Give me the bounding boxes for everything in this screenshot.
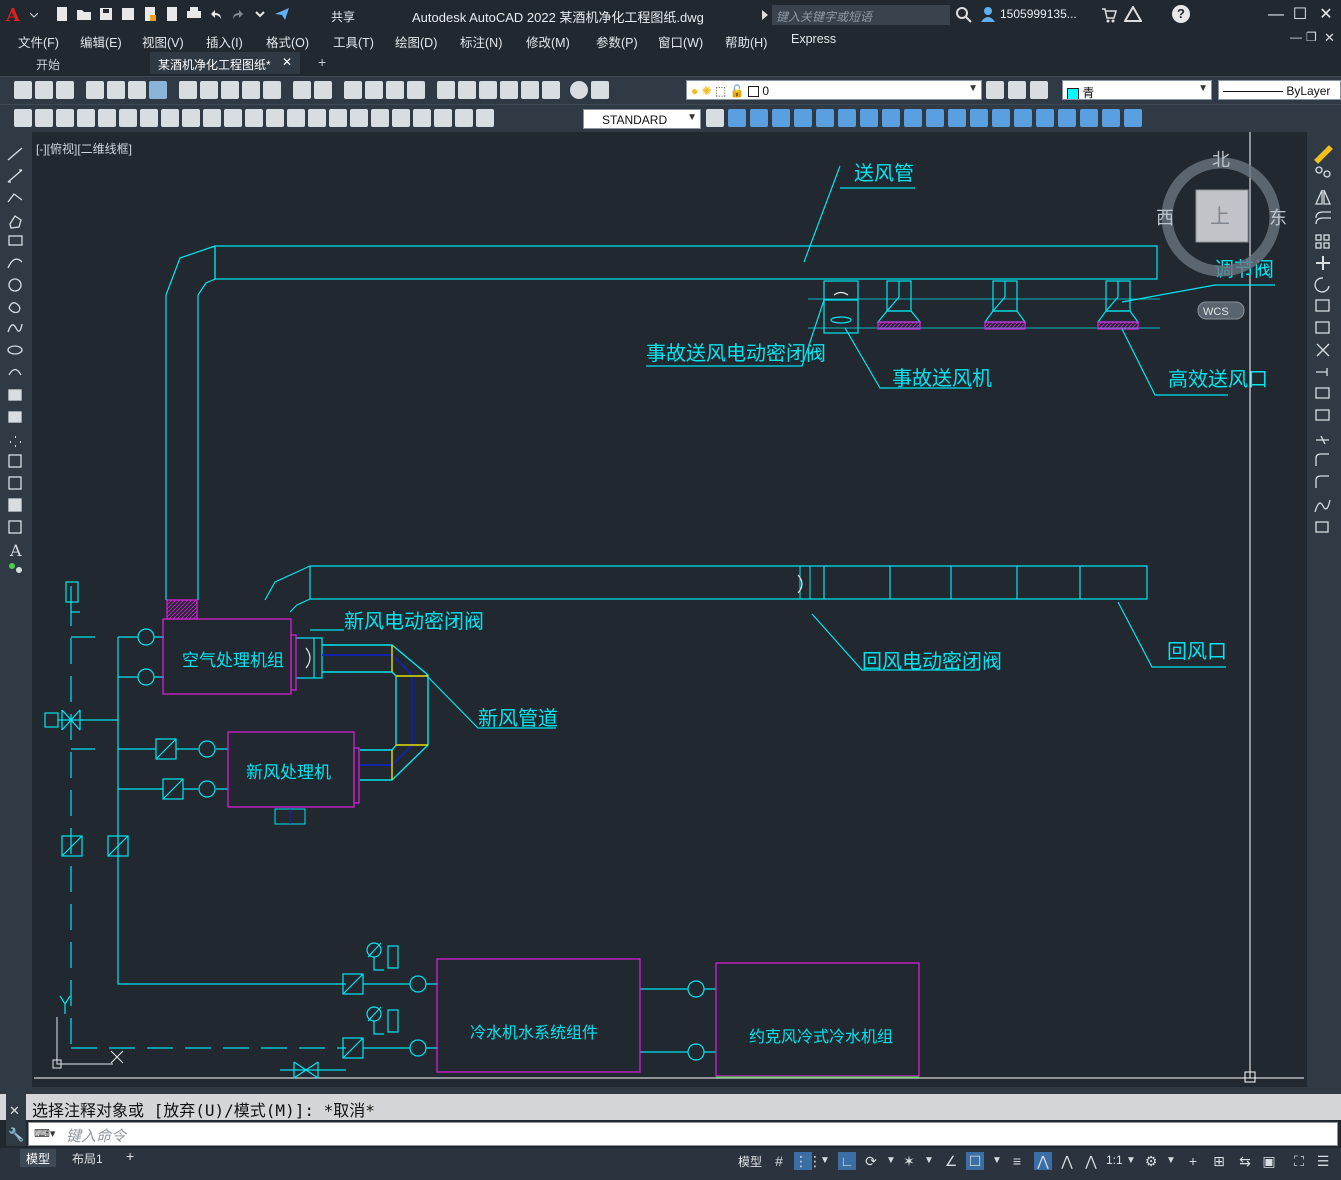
pressure-gauge[interactable] bbox=[65, 581, 79, 603]
polar-menu-chevron-icon[interactable]: ▼ bbox=[882, 1152, 900, 1170]
viewcube-north[interactable]: 北 bbox=[1212, 150, 1230, 171]
polar-icon[interactable]: ⟳ bbox=[862, 1152, 880, 1170]
pump-ahu-2[interactable] bbox=[137, 668, 155, 686]
viewcube[interactable]: 上 北 西 东 WCS bbox=[1156, 150, 1287, 320]
ortho-icon[interactable]: ∟ bbox=[838, 1152, 856, 1170]
gear-icon[interactable]: ⚙ bbox=[1142, 1152, 1160, 1170]
add-layout-button[interactable]: + bbox=[120, 1147, 140, 1165]
label-ahu[interactable]: 空气处理机组 bbox=[182, 651, 284, 671]
units-icon[interactable]: ⊞ bbox=[1210, 1152, 1228, 1170]
ahu-flange bbox=[290, 634, 297, 691]
drawing-svg: 送风管 调节阀 事故送风电动密闭阀 事故送风机 高效送风口 新风电动密闭阀 回风… bbox=[34, 132, 1304, 1083]
pump-chiller-2[interactable] bbox=[409, 1039, 427, 1057]
chiller-water-box[interactable] bbox=[436, 958, 641, 1073]
isodraft-icon[interactable]: ✶ bbox=[900, 1152, 918, 1170]
gauge-2 bbox=[387, 1009, 399, 1033]
lineweight-icon[interactable]: ≡ bbox=[1008, 1152, 1026, 1170]
label-emergency-fan[interactable]: 事故送风机 bbox=[892, 366, 992, 390]
return-duct-elbow bbox=[264, 565, 311, 613]
label-fau[interactable]: 新风处理机 bbox=[246, 763, 331, 783]
osnap-menu-chevron-icon[interactable]: ▼ bbox=[988, 1152, 1006, 1170]
fresh-air-damper[interactable] bbox=[296, 637, 323, 679]
fau-flange bbox=[353, 747, 360, 804]
pump-fau-2[interactable] bbox=[198, 780, 216, 798]
viewcube-west[interactable]: 西 bbox=[1156, 208, 1174, 229]
supply-duct-elbow bbox=[165, 245, 216, 296]
tab-layout1[interactable]: 布局1 bbox=[66, 1149, 109, 1167]
isodraft-menu-chevron-icon[interactable]: ▼ bbox=[920, 1152, 938, 1170]
label-hepa-outlet[interactable]: 高效送风口 bbox=[1168, 367, 1268, 391]
supply-duct-vertical[interactable] bbox=[165, 295, 199, 600]
auto-scale-icon[interactable]: ⋀ bbox=[1058, 1152, 1076, 1170]
label-fresh-air-duct[interactable]: 新风管道 bbox=[478, 706, 558, 730]
pump-chiller-4[interactable] bbox=[687, 1043, 705, 1061]
wcs-label: WCS bbox=[1203, 306, 1229, 318]
damper-leader bbox=[1121, 284, 1275, 303]
fan-symbol bbox=[830, 316, 852, 324]
label-fresh-air-damper[interactable]: 新风电动密闭阀 bbox=[344, 609, 484, 633]
command-separator bbox=[0, 1087, 1341, 1094]
pump-chiller-1[interactable] bbox=[409, 975, 427, 993]
valve-box-3[interactable] bbox=[61, 835, 83, 857]
label-chiller[interactable]: 约克风冷式冷水机组 bbox=[749, 1027, 893, 1046]
close-command-icon[interactable]: ✕ bbox=[9, 1103, 20, 1119]
chilled-water-return-pipe[interactable] bbox=[117, 637, 346, 985]
label-supply-duct[interactable]: 送风管 bbox=[854, 161, 914, 185]
return-outlet-dividers bbox=[823, 566, 1081, 599]
ucs-icon bbox=[52, 1017, 124, 1069]
return-duct[interactable] bbox=[309, 565, 1148, 600]
annotation-scale-icon[interactable]: ⋀ bbox=[1082, 1152, 1100, 1170]
label-emergency-damper[interactable]: 事故送风电动密闭阀 bbox=[646, 341, 826, 365]
annotation-visibility-icon[interactable]: ⋀ bbox=[1034, 1152, 1052, 1170]
pump-ahu-1[interactable] bbox=[137, 628, 155, 646]
pump-fau-1[interactable] bbox=[198, 740, 216, 758]
snap-menu-chevron-icon[interactable]: ▼ bbox=[816, 1152, 834, 1170]
label-return-damper[interactable]: 回风电动密闭阀 bbox=[862, 649, 1002, 673]
snap-mode-icon[interactable]: ⋮⋮ bbox=[794, 1152, 822, 1170]
chiller-box[interactable] bbox=[715, 962, 920, 1077]
label-return-outlet[interactable]: 回风口 bbox=[1167, 639, 1227, 663]
command-history-text: 选择注释对象或 [放弃(U)/模式(M)]: *取消* bbox=[32, 1101, 375, 1120]
tab-model[interactable]: 模型 bbox=[20, 1149, 57, 1167]
workspace-menu-chevron-icon[interactable]: ▼ bbox=[1162, 1152, 1180, 1170]
fan-blade bbox=[833, 291, 849, 296]
valve-box-2[interactable] bbox=[162, 778, 184, 800]
supply-duct-horizontal[interactable] bbox=[214, 245, 1158, 280]
quick-properties-icon[interactable]: ⇆ bbox=[1236, 1152, 1254, 1170]
hepa-outlet-2[interactable] bbox=[983, 280, 1027, 330]
object-snap-tracking-icon[interactable]: ∠ bbox=[942, 1152, 960, 1170]
model-space-button[interactable]: 模型 bbox=[732, 1152, 768, 1170]
viewcube-east[interactable]: 东 bbox=[1269, 208, 1287, 229]
fresh-air-duct[interactable] bbox=[322, 644, 429, 781]
graphics-performance-icon[interactable]: ▣ bbox=[1260, 1152, 1278, 1170]
hepa-outlet-3[interactable] bbox=[1096, 280, 1140, 330]
drain-box[interactable] bbox=[44, 712, 59, 728]
annotation-monitor-icon[interactable]: + bbox=[1184, 1152, 1202, 1170]
command-placeholder: 键入命令 bbox=[66, 1128, 127, 1145]
grid-icon[interactable]: # bbox=[770, 1152, 788, 1170]
ahu-filter bbox=[166, 599, 198, 620]
clean-screen-icon[interactable]: ⛶ bbox=[1290, 1152, 1308, 1170]
customize-command-icon[interactable]: 🔧 bbox=[8, 1127, 24, 1143]
scale-menu-chevron-icon[interactable]: ▼ bbox=[1122, 1152, 1140, 1170]
emergency-fan-box[interactable] bbox=[823, 280, 859, 334]
label-chiller-water[interactable]: 冷水机水系统组件 bbox=[470, 1023, 598, 1042]
pump-chiller-3[interactable] bbox=[687, 980, 705, 998]
viewcube-top-label: 上 bbox=[1210, 204, 1230, 228]
hepa-outlet-1[interactable] bbox=[876, 280, 922, 330]
object-snap-icon[interactable]: ☐ bbox=[966, 1152, 984, 1170]
command-input[interactable] bbox=[28, 1122, 1338, 1146]
command-prompt-icon[interactable]: ⌨▾ bbox=[34, 1127, 56, 1141]
valve-box-1[interactable] bbox=[155, 738, 177, 760]
y-strainer bbox=[59, 995, 71, 1014]
customization-menu-icon[interactable]: ☰ bbox=[1314, 1152, 1332, 1170]
pipe-top-cap bbox=[70, 586, 80, 613]
gauge-1 bbox=[387, 945, 399, 969]
fresh-air-damper-blade bbox=[305, 647, 311, 669]
